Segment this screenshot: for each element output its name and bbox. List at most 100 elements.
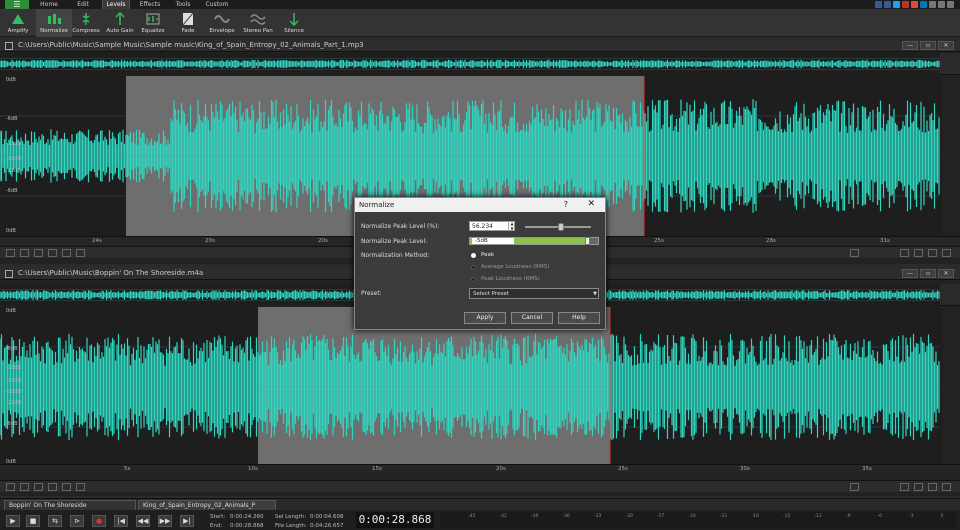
amplify-button[interactable]: Amplify [0, 9, 36, 37]
skip-start-button[interactable]: |◀ [114, 515, 128, 527]
meter-tick: -3 [909, 514, 914, 519]
ruler-tick: 30s [740, 466, 750, 472]
peak-level-db-bar[interactable]: -5dB [469, 237, 599, 245]
help-icon[interactable]: ? [564, 200, 568, 209]
cancel-button[interactable]: Cancel [511, 312, 553, 324]
maximize-button[interactable]: ▫ [920, 269, 936, 278]
grid-icon[interactable] [62, 483, 71, 491]
facebook-icon[interactable] [875, 1, 882, 8]
tab-custom[interactable]: Custom [202, 0, 232, 9]
minimize-button[interactable]: — [902, 269, 918, 278]
share-icon[interactable] [947, 1, 954, 8]
grid-icon[interactable] [34, 249, 43, 257]
tab-levels[interactable]: Levels [102, 0, 130, 9]
linkedin-icon[interactable] [920, 1, 927, 8]
tab-home[interactable]: Home [36, 0, 62, 9]
pencil-icon[interactable] [6, 483, 15, 491]
chat-icon[interactable] [929, 1, 936, 8]
stop-button[interactable]: ■ [26, 515, 40, 527]
skip-end-button[interactable]: ▶| [180, 515, 194, 527]
normalize-button[interactable]: Normalize [36, 9, 72, 37]
help-icon[interactable] [938, 1, 945, 8]
meter-tick: -15 [783, 514, 791, 519]
method-peak-loudness-radio[interactable] [471, 277, 476, 282]
help-button[interactable]: Help [558, 312, 600, 324]
overview-waveform [0, 53, 942, 75]
pencil-icon[interactable] [6, 249, 15, 257]
grid-icon[interactable] [48, 249, 57, 257]
db-label: -6dB [6, 188, 18, 194]
peak-level-db-thumb[interactable] [585, 237, 590, 245]
compress-button[interactable]: Compress [68, 9, 104, 37]
ruler-tick: 20s [205, 238, 215, 244]
tab-effects[interactable]: Effects [136, 0, 164, 9]
file-length-label: File Length: [275, 523, 307, 529]
time-ruler-2: 5s 10s 15s 20s 25s 30s 35s [0, 464, 960, 473]
fast-forward-button[interactable]: ▶▶ [158, 515, 172, 527]
grid-icon[interactable] [76, 483, 85, 491]
method-peak-radio[interactable] [471, 253, 476, 258]
preset-label: Preset: [361, 290, 382, 297]
zoom-selection-icon[interactable] [928, 483, 937, 491]
select-icon[interactable] [20, 249, 29, 257]
peak-level-slider-thumb[interactable] [558, 223, 564, 231]
zoom-selection-icon[interactable] [928, 249, 937, 257]
zoom-out-icon[interactable] [850, 249, 859, 257]
zoom-all-icon[interactable] [942, 483, 951, 491]
waveform-2[interactable]: 0dB -6dB -12dB -18dB -18dB -12dB -6dB 0d… [0, 307, 960, 467]
play-to-button[interactable]: ⊳ [70, 515, 84, 527]
tab-edit[interactable]: Edit [70, 0, 96, 9]
db-label: -6dB [6, 346, 18, 352]
apply-button[interactable]: Apply [464, 312, 506, 324]
close-icon[interactable]: ✕ [587, 199, 595, 209]
db-label: 0dB [6, 228, 16, 234]
ruler-tick: 10s [248, 466, 258, 472]
zoom-fit-icon[interactable] [914, 483, 923, 491]
zoom-out-icon[interactable] [850, 483, 859, 491]
method-average-rms-radio[interactable] [471, 265, 476, 270]
dialog-titlebar: Normalize ? ✕ [355, 198, 605, 212]
youtube-icon[interactable] [902, 1, 909, 8]
maximize-button[interactable]: ▫ [920, 41, 936, 50]
peak-level-spinner[interactable]: ▲ ▼ [508, 221, 515, 231]
grid-icon[interactable] [48, 483, 57, 491]
db-label: -6dB [6, 116, 18, 122]
grid-icon[interactable] [62, 249, 71, 257]
zoom-in-icon[interactable] [900, 483, 909, 491]
rewind-button[interactable]: ◀◀ [136, 515, 150, 527]
preset-select[interactable]: Select Preset ▼ [469, 288, 599, 299]
silence-button[interactable]: Silence [276, 9, 312, 37]
record-button[interactable]: ● [92, 515, 106, 527]
fade-label: Fade [181, 28, 195, 34]
envelope-button[interactable]: Envelope [204, 9, 240, 37]
grid-icon[interactable] [76, 249, 85, 257]
zoom-in-icon[interactable] [900, 249, 909, 257]
meter-tick: -30 [625, 514, 633, 519]
document-icon [5, 42, 13, 50]
hamburger-icon[interactable]: ☰ [5, 0, 29, 9]
twitter-icon[interactable] [893, 1, 900, 8]
envelope-icon [214, 15, 230, 23]
peak-level-db-label: Normalize Peak Level: [361, 238, 428, 245]
like-icon[interactable] [884, 1, 891, 8]
select-icon[interactable] [20, 483, 29, 491]
zoom-fit-icon[interactable] [914, 249, 923, 257]
overview-strip-1[interactable] [0, 53, 960, 75]
method-average-rms-label: Average Loudness (RMS) [481, 264, 550, 270]
fade-button[interactable]: Fade [170, 9, 206, 37]
equalize-button[interactable]: Equalize [135, 9, 171, 37]
meter-tick: -33 [594, 514, 602, 519]
stereo-pan-button[interactable]: Stereo Pan [240, 9, 276, 37]
zoom-all-icon[interactable] [942, 249, 951, 257]
db-label: -6dB [6, 421, 18, 427]
grid-icon[interactable] [34, 483, 43, 491]
play-button[interactable]: ▶ [6, 515, 20, 527]
loop-button[interactable]: ⇆ [48, 515, 62, 527]
google-plus-icon[interactable] [911, 1, 918, 8]
tab-tools[interactable]: Tools [170, 0, 196, 9]
auto-gain-button[interactable]: Auto Gain [102, 9, 138, 37]
close-button[interactable]: ✕ [938, 269, 954, 278]
close-button[interactable]: ✕ [938, 41, 954, 50]
minimize-button[interactable]: — [902, 41, 918, 50]
db-label: 0dB [6, 308, 16, 314]
